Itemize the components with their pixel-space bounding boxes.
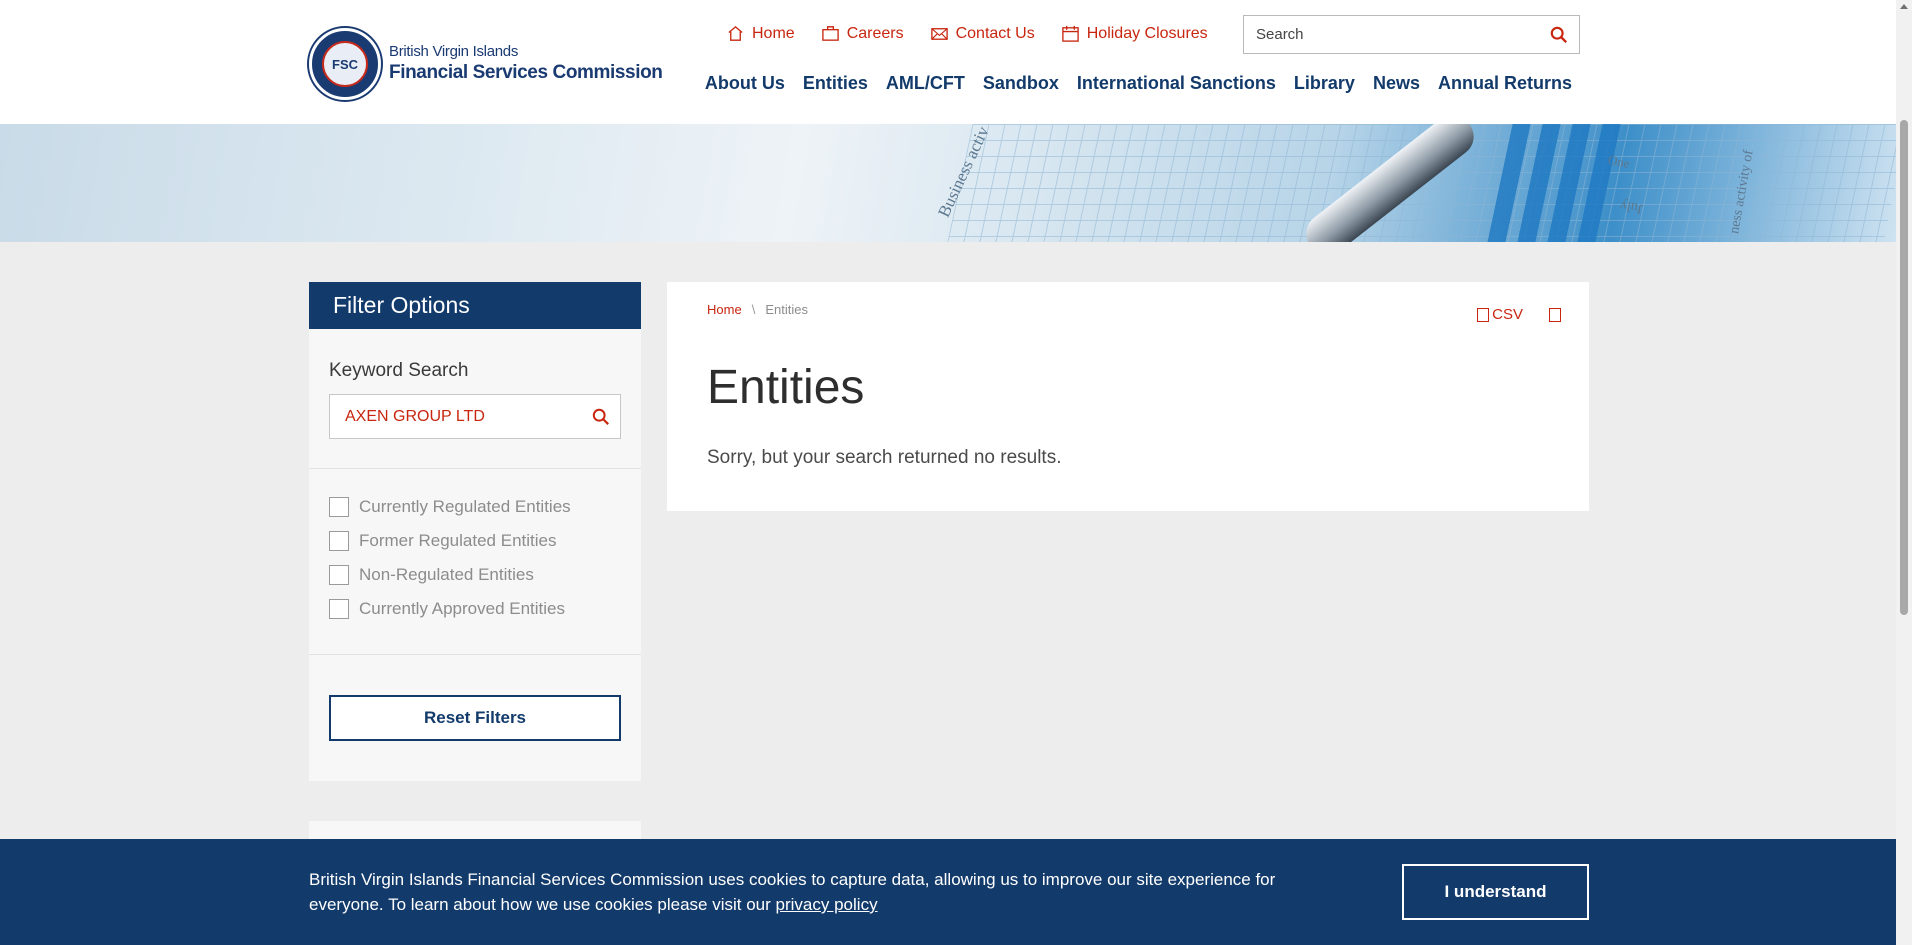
- checkbox-label: Currently Regulated Entities: [359, 497, 571, 516]
- filter-options-title: Filter Options: [309, 282, 641, 329]
- document-icon: [1549, 307, 1561, 322]
- filter-former-regulated[interactable]: Former Regulated Entities: [329, 524, 571, 558]
- divider: [309, 654, 641, 655]
- checkbox-label: Non-Regulated Entities: [359, 565, 534, 584]
- document-icon: [1477, 307, 1490, 322]
- keyword-search: [329, 394, 621, 439]
- logo-line1: British Virgin Islands: [389, 43, 519, 60]
- breadcrumb: Home \ Entities: [707, 302, 808, 317]
- main-nav: About Us Entities AML/CFT Sandbox Intern…: [705, 73, 1572, 94]
- cookie-banner: British Virgin Islands Financial Service…: [0, 839, 1896, 945]
- csv-label: CSV: [1492, 306, 1523, 323]
- search-input[interactable]: [1244, 16, 1539, 53]
- checkbox[interactable]: [329, 599, 349, 619]
- export-csv-button[interactable]: CSV: [1477, 306, 1523, 323]
- page-scrollbar[interactable]: [1896, 0, 1912, 945]
- breadcrumb-separator: \: [751, 302, 756, 317]
- seal-text: FSC: [332, 56, 358, 72]
- scroll-thumb[interactable]: [1900, 120, 1908, 615]
- export-pdf-button[interactable]: [1549, 307, 1561, 322]
- entity-type-filters: Currently Regulated Entities Former Regu…: [329, 490, 571, 626]
- hero-banner: Business activ One July ness activity of: [0, 124, 1896, 242]
- page-title: Entities: [707, 361, 865, 414]
- nav-sandbox[interactable]: Sandbox: [983, 73, 1059, 94]
- privacy-policy-link[interactable]: privacy policy: [776, 895, 878, 914]
- search-icon: [1550, 26, 1568, 43]
- envelope-icon: [930, 28, 948, 40]
- filter-sidebar: Filter Options Keyword Search Currently …: [309, 282, 641, 781]
- briefcase-icon: [821, 26, 839, 41]
- util-link-holiday[interactable]: Holiday Closures: [1061, 24, 1208, 43]
- keyword-search-input[interactable]: [330, 395, 582, 438]
- nav-entities[interactable]: Entities: [803, 73, 868, 94]
- cookie-accept-button[interactable]: I understand: [1402, 864, 1589, 920]
- checkbox-label: Currently Approved Entities: [359, 599, 565, 618]
- calendar-icon: [1061, 25, 1079, 42]
- cookie-text: British Virgin Islands Financial Service…: [309, 867, 1339, 917]
- nav-library[interactable]: Library: [1294, 73, 1355, 94]
- export-actions: CSV: [1477, 306, 1561, 323]
- checkbox-label: Former Regulated Entities: [359, 531, 557, 550]
- util-link-label: Careers: [846, 24, 904, 42]
- reset-filters-button[interactable]: Reset Filters: [329, 695, 621, 741]
- nav-annual-returns[interactable]: Annual Returns: [1438, 73, 1572, 94]
- breadcrumb-current: Entities: [765, 302, 808, 317]
- util-link-label: Contact Us: [955, 24, 1035, 42]
- filter-non-regulated[interactable]: Non-Regulated Entities: [329, 558, 571, 592]
- util-link-home[interactable]: Home: [726, 24, 795, 43]
- search-button[interactable]: [1539, 16, 1579, 53]
- filter-currently-regulated[interactable]: Currently Regulated Entities: [329, 490, 571, 524]
- logo-text: British Virgin Islands Financial Service…: [389, 43, 663, 85]
- filter-currently-approved[interactable]: Currently Approved Entities: [329, 592, 571, 626]
- keyword-search-label: Keyword Search: [329, 360, 469, 381]
- logo-line2: Financial Services Commission: [389, 62, 663, 83]
- checkbox[interactable]: [329, 565, 349, 585]
- site-header: FSC British Virgin Islands Financial Ser…: [0, 0, 1896, 124]
- breadcrumb-home[interactable]: Home: [707, 302, 742, 317]
- util-link-contact[interactable]: Contact Us: [930, 24, 1035, 43]
- main-content: Home \ Entities CSV Entities Sorry, but …: [667, 282, 1589, 511]
- divider: [309, 468, 641, 469]
- checkbox[interactable]: [329, 497, 349, 517]
- util-link-label: Home: [752, 24, 795, 42]
- checkbox[interactable]: [329, 531, 349, 551]
- util-link-label: Holiday Closures: [1086, 24, 1208, 42]
- search-icon: [592, 408, 609, 425]
- nav-international-sanctions[interactable]: International Sanctions: [1077, 73, 1276, 94]
- site-logo[interactable]: FSC British Virgin Islands Financial Ser…: [309, 28, 663, 100]
- no-results-message: Sorry, but your search returned no resul…: [707, 447, 1062, 468]
- home-icon: [728, 25, 743, 41]
- keyword-search-button[interactable]: [582, 408, 620, 426]
- nav-aml-cft[interactable]: AML/CFT: [886, 73, 965, 94]
- nav-news[interactable]: News: [1373, 73, 1420, 94]
- site-search: [1243, 15, 1580, 54]
- utility-nav: Home Careers Contact Us Holiday Closures: [726, 24, 1208, 43]
- util-link-careers[interactable]: Careers: [821, 24, 904, 43]
- nav-about-us[interactable]: About Us: [705, 73, 785, 94]
- fsc-seal-icon: FSC: [309, 28, 381, 100]
- scroll-up-icon[interactable]: [1900, 4, 1908, 9]
